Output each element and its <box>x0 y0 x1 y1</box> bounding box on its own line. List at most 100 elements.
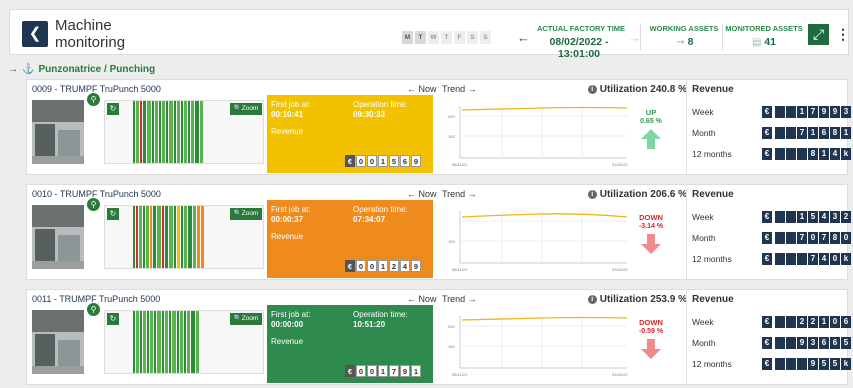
y-tick-label: 100 <box>448 239 455 244</box>
monitored-assets-label: MONITORED ASSETS <box>725 24 803 33</box>
direction-arrow-shape <box>641 129 661 149</box>
timeline-bar <box>136 206 138 268</box>
machine-card: 0009 - TRUMPF TruPunch 5000 ← Now ⚲ ↻ 🔍Z… <box>26 79 851 176</box>
revenue-digit <box>775 253 785 265</box>
now-link[interactable]: ← Now <box>407 84 437 94</box>
revenue-digit <box>797 358 807 370</box>
trend-link[interactable]: Trend → <box>442 189 477 199</box>
zoom-photo-icon[interactable]: ⚲ <box>87 93 100 106</box>
timeline-bar <box>152 101 154 163</box>
header-divider <box>640 24 641 50</box>
revenue-12months-label: 12 months <box>692 149 732 159</box>
revenue-counter: €0 0 1 7 9 1 <box>345 365 421 377</box>
zoom-photo-icon[interactable]: ⚲ <box>87 198 100 211</box>
euro-icon: € <box>762 232 772 244</box>
counter-digit: 1 <box>411 365 421 377</box>
x-tick-label: 31/01/22 <box>612 267 628 272</box>
timeline-bar <box>143 311 146 373</box>
revenue-digit: 4 <box>819 253 829 265</box>
revenue-label: Revenue <box>271 337 304 346</box>
machine-title[interactable]: 0009 - TRUMPF TruPunch 5000 <box>32 84 161 94</box>
machine-card: 0010 - TRUMPF TruPunch 5000 ← Now ⚲ ↻ 🔍Z… <box>26 184 851 281</box>
timeline-bar <box>193 206 196 268</box>
timeline-bar <box>191 311 195 373</box>
timeline-bar <box>188 206 192 268</box>
day-sunday[interactable]: S <box>480 31 491 44</box>
monitored-assets-value: ▤ 41 <box>724 36 804 48</box>
zoom-button[interactable]: 🔍Zoom <box>230 103 262 115</box>
title-line-1: Machine <box>55 17 112 34</box>
euro-icon: € <box>345 260 355 272</box>
trend-link[interactable]: Trend → <box>442 294 477 304</box>
divider <box>686 80 687 176</box>
working-assets-value: ➙ 8 <box>650 36 720 48</box>
info-icon[interactable]: i <box>587 190 597 199</box>
revenue-digit: 0 <box>841 232 851 244</box>
revenue-digit: 7 <box>808 253 818 265</box>
trend-line <box>461 213 628 218</box>
revenue-digit <box>786 127 796 139</box>
x-tick-label: 08/11/21 <box>452 162 468 167</box>
timeline-bar <box>146 206 149 268</box>
revenue-week-label: Week <box>692 107 714 117</box>
revenue-digit: 4 <box>819 211 829 223</box>
revenue-month-counter: €7 1 6 8 1 <box>762 127 851 139</box>
operation-time-value: 07:34:07 <box>353 215 386 224</box>
trend-link[interactable]: Trend → <box>442 84 477 94</box>
info-icon[interactable]: i <box>587 85 597 94</box>
refresh-icon[interactable]: ↻ <box>107 103 119 115</box>
revenue-digit: 9 <box>797 337 807 349</box>
operation-time-label: Operation time: <box>353 205 408 214</box>
refresh-icon[interactable]: ↻ <box>107 313 119 325</box>
euro-icon: € <box>762 148 772 160</box>
timeline-bar <box>166 101 168 163</box>
counter-digit: 5 <box>389 155 399 167</box>
timeline-bar <box>147 101 151 163</box>
counter-digit: 1 <box>378 260 388 272</box>
timeline-bar <box>169 311 171 373</box>
operation-time-value: 09:30:33 <box>353 110 386 119</box>
day-monday[interactable]: M <box>402 31 413 44</box>
utilization-value: Utilization 253.9 % <box>599 294 687 305</box>
zoom-photo-icon[interactable]: ⚲ <box>87 303 100 316</box>
now-link[interactable]: ← Now <box>407 294 437 304</box>
trend-direction-label: DOWN <box>639 318 663 327</box>
revenue-digit: 4 <box>830 148 840 160</box>
breadcrumb-label[interactable]: Punzonatrice / Punching <box>38 64 155 75</box>
timeline-bar <box>184 101 187 163</box>
day-friday[interactable]: F <box>454 31 465 44</box>
revenue-digit: 0 <box>808 232 818 244</box>
day-wednesday[interactable]: W <box>428 31 439 44</box>
revenue-digit <box>786 337 796 349</box>
zoom-button[interactable]: 🔍Zoom <box>230 208 262 220</box>
zoom-button[interactable]: 🔍Zoom <box>230 313 262 325</box>
revenue-digit: 0 <box>830 253 840 265</box>
trend-direction-percent: -3.14 % <box>638 223 664 230</box>
y-tick-label: 100 <box>448 344 455 349</box>
revenue-title: Revenue <box>692 84 734 95</box>
revenue-digit: k <box>841 358 851 370</box>
day-saturday[interactable]: S <box>467 31 478 44</box>
day-thursday[interactable]: T <box>441 31 452 44</box>
revenue-label: Revenue <box>271 127 304 136</box>
back-button[interactable]: ❮ <box>22 21 48 47</box>
info-icon[interactable]: i <box>587 295 597 304</box>
refresh-icon[interactable]: ↻ <box>107 208 119 220</box>
revenue-digit <box>775 148 785 160</box>
day-tuesday[interactable]: T <box>415 31 426 44</box>
utilization: i Utilization 253.9 % <box>587 294 687 305</box>
timeline-bar <box>157 206 161 268</box>
timeline-bar <box>136 101 139 163</box>
direction-arrow-shape <box>641 339 661 359</box>
arrow-right-icon[interactable]: → <box>8 64 18 75</box>
machine-title[interactable]: 0010 - TRUMPF TruPunch 5000 <box>32 189 161 199</box>
direction-arrow-shape <box>641 234 661 254</box>
now-link[interactable]: ← Now <box>407 189 437 199</box>
timeline-bar <box>155 101 158 163</box>
machine-title[interactable]: 0011 - TRUMPF TruPunch 5000 <box>32 294 160 304</box>
fullscreen-button[interactable]: ⤢ <box>808 24 829 45</box>
first-job-label: First job at: <box>271 205 311 214</box>
euro-icon: € <box>762 337 772 349</box>
more-options-button[interactable]: ⋮ <box>836 24 850 45</box>
revenue-digit: 1 <box>797 106 807 118</box>
